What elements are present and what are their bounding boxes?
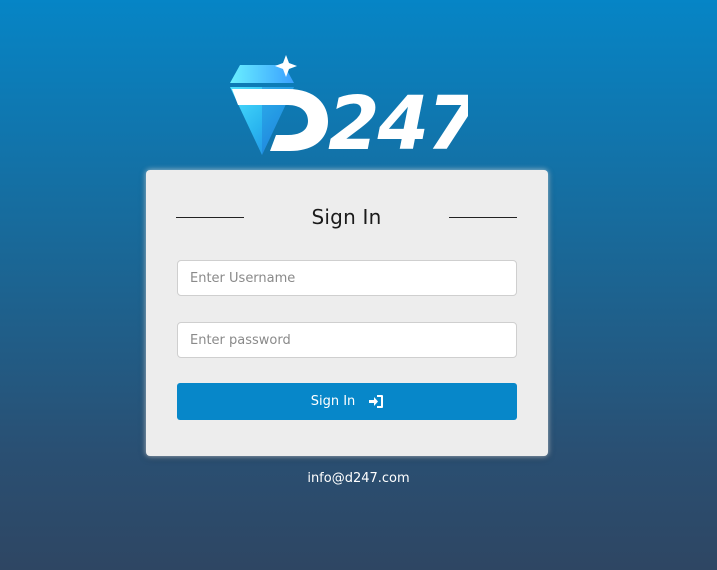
username-input[interactable] [177, 260, 517, 296]
sign-in-button[interactable]: Sign In [177, 383, 517, 420]
sign-in-icon [369, 395, 384, 408]
logo-number-text: 247 [328, 81, 468, 157]
contact-email: info@d247.com [307, 471, 410, 486]
sign-in-button-label: Sign In [310, 394, 356, 409]
brand-logo: 247 [230, 55, 468, 157]
header-divider-right [449, 217, 517, 218]
password-input[interactable] [177, 322, 517, 358]
sign-in-card: Sign In Sign In [146, 170, 548, 456]
sign-in-header: Sign In [176, 203, 517, 233]
